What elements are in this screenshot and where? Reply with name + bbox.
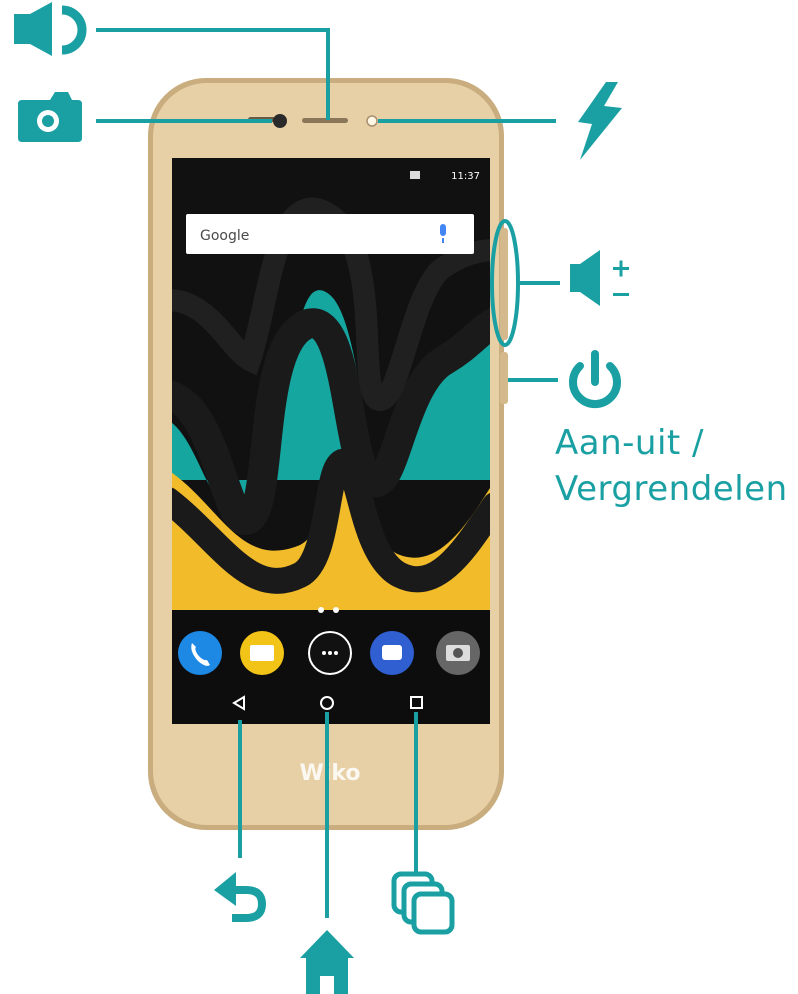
power-label: Aan-uit / Vergrendelen [555,420,788,512]
power-icon [569,350,621,409]
volume-button-hardware [500,228,508,340]
phone-screen: 11:37 Google [172,158,490,724]
front-flash-led [366,115,378,127]
front-camera-lens [273,114,287,128]
search-bar-label: Google [200,228,249,244]
page-dot [318,607,324,613]
speaker-icon [14,2,87,56]
power-label-line1: Aan-uit / [555,423,704,463]
back-arrow-icon [214,872,267,922]
status-time: 11:37 [451,171,480,182]
page-dot [333,607,339,613]
recent-apps-icon [391,871,455,935]
volume-plus-minus-icon [570,250,629,306]
mic-icon[interactable] [440,224,446,236]
power-button-hardware [500,352,508,404]
lightning-icon [578,82,622,160]
power-label-line2: Vergrendelen [555,469,788,509]
camera-icon [18,92,82,142]
earpiece-grille [302,118,348,123]
brand-logo: Wiko [300,761,361,786]
signal-icon [410,171,420,179]
home-icon [300,930,354,994]
phone-app-icon[interactable] [178,631,222,675]
